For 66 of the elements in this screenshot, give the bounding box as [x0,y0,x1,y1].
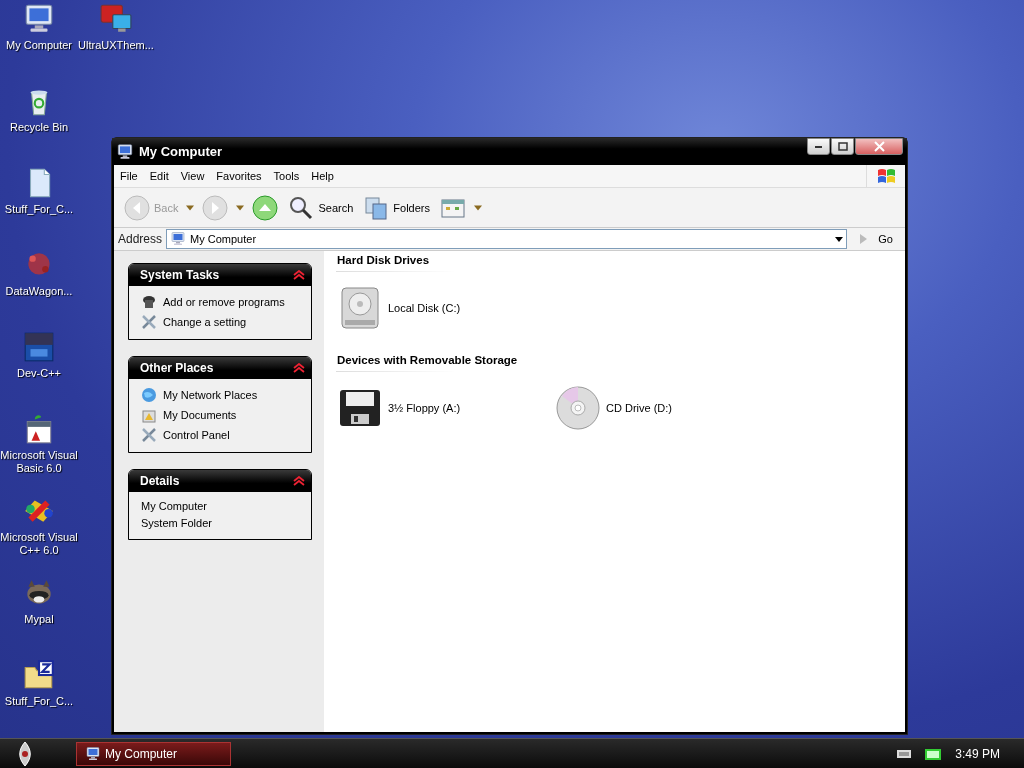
cd-disc-icon [554,384,602,432]
dropdown-caret-icon [236,204,245,211]
network-icon [925,747,942,761]
task-link[interactable]: My Documents [141,407,301,423]
folders-button[interactable]: Folders [361,192,432,223]
minimize-icon [815,145,822,148]
address-field[interactable]: My Computer [166,229,848,249]
panel-header[interactable]: Other Places [129,357,311,379]
windows-flag-icon [875,166,897,186]
dropdown-caret-icon [835,236,844,242]
computer-icon [170,231,187,247]
computer-icon [116,142,134,161]
desktop-icon-label[interactable]: Microsoft Visual C++ 6.0 [0,531,78,557]
desktop-icon-label[interactable]: Recycle Bin [9,121,69,134]
tools-icon [141,427,157,443]
installer-icon [141,294,157,310]
clock: 3:49 PM [955,747,1000,761]
desktop-icon-label[interactable]: Stuff_For_C... [4,203,74,216]
desktop-icon-label[interactable]: Dev-C++ [17,367,61,380]
computer-icon [85,746,101,762]
search-icon [288,194,315,221]
folders-icon [363,194,390,221]
minimize-button[interactable] [807,138,830,155]
task-link[interactable]: Add or remove programs [141,294,301,310]
menu-item[interactable]: Tools [267,170,306,182]
address-label: Address [118,232,163,246]
drive-label[interactable]: Local Disk (C:) [388,302,461,314]
menu-item[interactable]: Help [305,170,340,182]
drive-label[interactable]: CD Drive (D:) [606,402,672,414]
panel-header[interactable]: System Tasks [129,264,311,286]
globe-icon [141,387,157,403]
go-button[interactable]: Go [851,233,901,245]
dev-tile-icon [22,330,56,364]
details-text: My Computer [141,500,209,513]
desktop-icon-label[interactable]: Mypal [24,613,54,626]
task-link[interactable]: Control Panel [141,427,301,443]
maximize-icon [837,142,848,151]
dropdown-caret-icon [474,204,482,211]
section-heading: Devices with Removable Storage [336,354,519,368]
documents-icon [141,407,157,423]
menu-item[interactable]: Edit [143,170,175,182]
desktop-icon-label[interactable]: UltraUXThem... [78,39,154,52]
task-link[interactable]: Change a setting [141,314,301,330]
dropdown-caret-icon [186,204,195,211]
section-heading: Hard Disk Drives [336,254,431,268]
menu-item[interactable]: View [174,170,211,182]
panel-header[interactable]: Details [129,470,311,492]
menu-item[interactable]: File [114,170,144,182]
search-button[interactable]: Search [286,192,356,223]
menu-item[interactable]: Favorites [210,170,268,182]
maximize-button[interactable] [831,138,854,155]
go-arrow-icon [859,233,869,245]
desktop-icon-label[interactable]: Stuff_For_C... [4,695,74,708]
desktop-icon-label[interactable]: Microsoft Visual Basic 6.0 [0,449,78,475]
keyboard-icon [897,748,912,760]
drive-label[interactable]: 3½ Floppy (A:) [388,402,461,414]
close-icon [873,141,885,152]
taskbar-button[interactable]: My Computer [76,742,231,766]
task-link[interactable]: My Network Places [141,387,301,403]
close-button[interactable] [855,138,903,155]
desktop-icon-label[interactable]: My Computer [6,39,72,52]
up-button[interactable] [250,192,281,223]
details-text: System Folder [141,517,213,530]
desktop-icon-label[interactable]: DataWagon... [5,285,73,298]
window-title: My Computer [139,144,223,159]
tools-icon [141,314,157,330]
